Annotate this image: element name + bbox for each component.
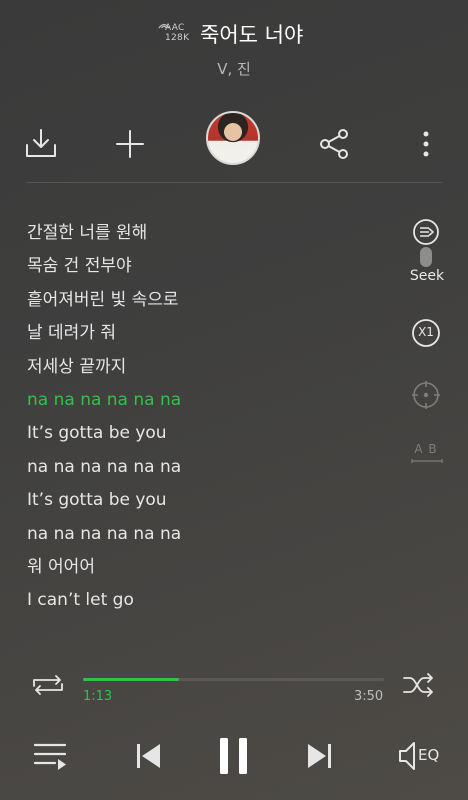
total-time: 3:50 [354,689,384,704]
lyric-line[interactable]: 날 데려가 줘 [27,320,387,353]
pause-button[interactable] [216,736,252,776]
skip-next-icon [308,744,331,768]
current-time: 1:13 [83,689,113,704]
shuffle-button[interactable] [401,672,437,698]
playback-speed-button[interactable]: X1 [407,317,447,349]
shuffle-icon [403,673,433,697]
download-icon [26,129,56,157]
download-button[interactable] [23,126,59,162]
artist-avatar[interactable] [206,111,260,165]
audio-quality-badge: AAC 128K [158,20,196,46]
codec-label: AAC [165,23,185,33]
lyric-line-current[interactable]: na na na na na na [27,387,387,420]
lyric-line[interactable]: It’s gotta be you [27,487,387,520]
seek-toggle[interactable] [407,216,447,267]
playlist-icon [33,743,67,770]
seek-label: Seek [409,268,445,284]
divider [26,182,442,183]
pause-icon [220,738,247,774]
next-button[interactable] [304,740,334,772]
lyric-line[interactable]: na na na na na na [27,521,387,554]
lyric-line[interactable]: 저세상 끝까지 [27,354,387,387]
repeat-button[interactable] [30,672,66,698]
lyric-line[interactable]: 목숨 건 전부야 [27,253,387,286]
bitrate-label: 128K [165,33,190,43]
lyric-line[interactable]: na na na na na na [27,454,387,487]
eq-label: EQ [418,746,440,764]
artist-name[interactable]: V, 진 [0,58,468,79]
lyric-line[interactable]: 간절한 너를 원해 [27,220,387,253]
more-options-button[interactable] [408,126,444,162]
progress-bar[interactable] [83,678,384,681]
lyric-line[interactable]: I can’t let go [27,587,387,620]
crosshair-icon [412,381,440,409]
ab-repeat-button[interactable]: A B [407,442,447,466]
ab-underline-icon [411,459,443,463]
plus-icon [116,130,144,158]
add-to-playlist-button[interactable] [112,126,148,162]
lyric-line[interactable]: 흩어져버린 빛 속으로 [27,287,387,320]
playlist-button[interactable] [33,740,71,772]
share-button[interactable] [316,126,352,162]
lyric-line[interactable]: 워 어어어 [27,554,387,587]
lyrics-list[interactable]: 간절한 너를 원해 목숨 건 전부야 흩어져버린 빛 속으로 날 데려가 줘 저세상 끝… [27,220,387,621]
more-vertical-icon [423,131,429,157]
share-icon [320,129,348,159]
song-title: 죽어도 너야 [200,23,304,47]
progress-fill [83,678,180,681]
speaker-icon [399,742,415,770]
repeat-icon [33,675,63,695]
skip-previous-icon [137,744,160,768]
equalizer-button[interactable]: EQ [398,740,446,772]
lyric-line[interactable]: It’s gotta be you [27,420,387,453]
ab-repeat-label: A B [414,442,438,456]
speed-label: X1 [418,325,434,339]
locate-lyric-button[interactable] [407,378,447,412]
previous-button[interactable] [134,740,164,772]
